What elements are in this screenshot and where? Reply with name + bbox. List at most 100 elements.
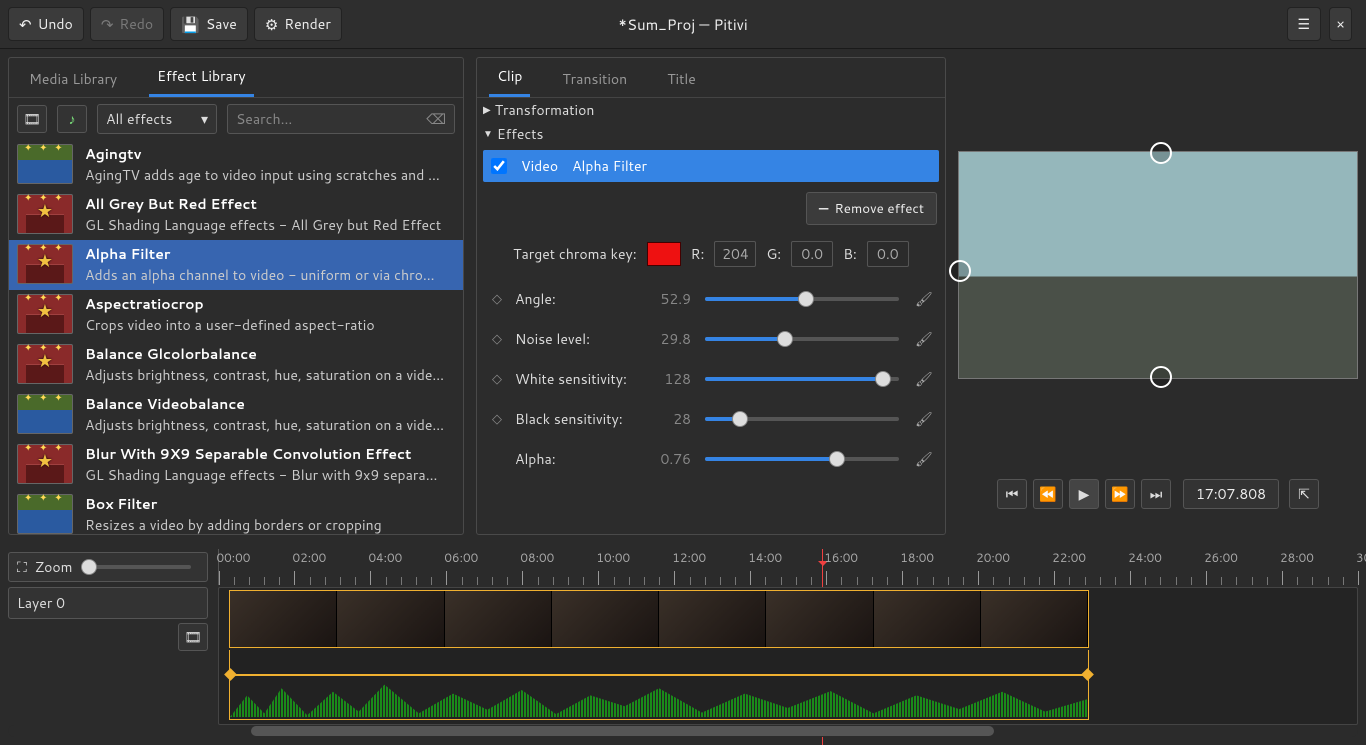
keyframe-icon[interactable]: ◇ [487, 370, 507, 388]
effect-thumbnail: ✦ ✦ ✦ [17, 294, 73, 334]
viewer-panel: ⏮ ⏪ ▶ ⏩ ⏭ 17:07.808 ⇱ [958, 57, 1358, 535]
undo-button[interactable]: ↶Undo [8, 7, 84, 41]
param-value[interactable]: 29.8 [643, 329, 691, 349]
reset-param-icon[interactable]: 🖌 [915, 289, 935, 309]
effect-title: Balance Glcolorbalance [85, 344, 445, 364]
remove-effect-button[interactable]: —Remove effect [806, 192, 937, 225]
effect-search-input[interactable]: Search...⌫ [227, 104, 455, 134]
render-button[interactable]: ⚙Render [254, 7, 342, 41]
effect-description: GL Shading Language effects - All Grey b… [85, 215, 441, 235]
param-row: ◇ Angle: 52.9 🖌 [487, 279, 935, 319]
timeline-tracks[interactable] [218, 587, 1358, 725]
preview-viewer[interactable] [958, 151, 1358, 379]
effect-category-dropdown[interactable]: All effects▾ [97, 104, 217, 134]
audio-clip[interactable] [229, 650, 1089, 720]
film-icon: 🎞 [184, 627, 202, 647]
volume-envelope[interactable] [230, 674, 1088, 676]
effect-item[interactable]: ✦ ✦ ✦Blur With 9X9 Separable Convolution… [9, 440, 463, 490]
forward-icon: ⏩ [1111, 484, 1128, 504]
timeline-scrollbar[interactable] [8, 725, 1358, 737]
transform-handle-left[interactable] [949, 260, 971, 282]
param-label: Black sensitivity: [515, 409, 635, 429]
layer-options-button[interactable]: 🎞 [178, 623, 208, 651]
skip-end-icon: ⏭ [1150, 484, 1163, 504]
transform-handle-top[interactable] [1150, 142, 1172, 164]
tab-clip[interactable]: Clip [489, 57, 530, 97]
rewind-icon: ⏪ [1039, 484, 1056, 504]
effect-item[interactable]: ✦ ✦ ✦AspectratiocropCrops video into a u… [9, 290, 463, 340]
chroma-color-swatch[interactable] [647, 242, 681, 266]
transform-handle-bottom[interactable] [1150, 366, 1172, 388]
minus-icon: — [819, 199, 829, 218]
forward-button[interactable]: ⏩ [1105, 479, 1135, 509]
param-slider[interactable] [705, 297, 899, 301]
chevron-down-icon: ▾ [201, 109, 208, 129]
zoom-slider[interactable] [81, 565, 191, 569]
param-slider[interactable] [705, 377, 899, 381]
applied-effect-row[interactable]: Video Alpha Filter [483, 150, 939, 182]
param-slider[interactable] [705, 417, 899, 421]
chroma-b-input[interactable]: 0.0 [867, 241, 909, 267]
chroma-r-input[interactable]: 204 [714, 241, 756, 267]
close-icon: × [1336, 14, 1345, 34]
rewind-button[interactable]: ⏪ [1033, 479, 1063, 509]
reset-param-icon[interactable]: 🖌 [915, 369, 935, 389]
effect-item[interactable]: ✦ ✦ ✦AgingtvAgingTV adds age to video in… [9, 140, 463, 190]
effect-description: AgingTV adds age to video input using sc… [85, 165, 445, 185]
play-icon: ▶ [1079, 484, 1090, 504]
backspace-icon[interactable]: ⌫ [426, 109, 446, 129]
tab-title[interactable]: Title [659, 59, 704, 97]
reset-param-icon[interactable]: 🖌 [915, 449, 935, 469]
param-value[interactable]: 0.76 [643, 449, 691, 469]
detach-viewer-button[interactable]: ⇱ [1289, 479, 1319, 509]
effect-item[interactable]: ✦ ✦ ✦All Grey But Red EffectGL Shading L… [9, 190, 463, 240]
param-label: Angle: [515, 289, 635, 309]
keyframe-icon[interactable]: ◇ [487, 410, 507, 428]
skip-end-button[interactable]: ⏭ [1141, 479, 1171, 509]
chroma-key-row: Target chroma key: R: 204 G: 0.0 B: 0.0 [487, 237, 935, 279]
param-value[interactable]: 28 [643, 409, 691, 429]
main-toolbar: ↶Undo ↷Redo 💾Save ⚙Render *Sum_Proj — Pi… [0, 0, 1366, 49]
timeline-ruler[interactable]: 00:0002:0004:0006:0008:0010:0012:0014:00… [218, 549, 1358, 585]
redo-button[interactable]: ↷Redo [90, 7, 164, 41]
param-slider[interactable] [705, 337, 899, 341]
effect-item[interactable]: ✦ ✦ ✦Balance VideobalanceAdjusts brightn… [9, 390, 463, 440]
render-label: Render [284, 14, 331, 34]
section-effects[interactable]: ▼Effects [477, 122, 945, 146]
param-slider[interactable] [705, 457, 899, 461]
effect-library-panel: Media Library Effect Library 🎞 ♪ All eff… [8, 57, 464, 535]
timecode-display[interactable]: 17:07.808 [1183, 479, 1279, 509]
keyframe-icon[interactable]: ◇ [487, 290, 507, 308]
reset-param-icon[interactable]: 🖌 [915, 409, 935, 429]
param-value[interactable]: 128 [643, 369, 691, 389]
param-value[interactable]: 52.9 [643, 289, 691, 309]
tab-transition[interactable]: Transition [554, 59, 635, 97]
effect-description: Adds an alpha channel to video - uniform… [85, 265, 445, 285]
effect-item[interactable]: ✦ ✦ ✦Box FilterResizes a video by adding… [9, 490, 463, 534]
close-button[interactable]: × [1329, 7, 1352, 41]
effect-enabled-checkbox[interactable] [491, 158, 507, 174]
effect-list[interactable]: ✦ ✦ ✦AgingtvAgingTV adds age to video in… [9, 140, 463, 534]
chroma-g-input[interactable]: 0.0 [791, 241, 833, 267]
hamburger-menu-button[interactable]: ☰ [1287, 7, 1322, 41]
effect-thumbnail: ✦ ✦ ✦ [17, 344, 73, 384]
effect-description: GL Shading Language effects - Blur with … [85, 465, 445, 485]
play-button[interactable]: ▶ [1069, 479, 1099, 509]
effect-thumbnail: ✦ ✦ ✦ [17, 494, 73, 534]
tab-media-library[interactable]: Media Library [21, 59, 125, 97]
video-clip[interactable] [229, 590, 1089, 648]
effect-item[interactable]: ✦ ✦ ✦Balance GlcolorbalanceAdjusts brigh… [9, 340, 463, 390]
video-effects-toggle[interactable]: 🎞 [17, 105, 47, 133]
param-row: ◇ Black sensitivity: 28 🖌 [487, 399, 935, 439]
section-transformation[interactable]: ▶Transformation [477, 98, 945, 122]
effect-item[interactable]: ✦ ✦ ✦Alpha FilterAdds an alpha channel t… [9, 240, 463, 290]
keyframe-icon[interactable]: ◇ [487, 330, 507, 348]
skip-start-button[interactable]: ⏮ [997, 479, 1027, 509]
tab-effect-library[interactable]: Effect Library [149, 57, 253, 97]
layer-name-input[interactable]: Layer 0 [8, 587, 208, 619]
ruler-tick-label: 02:00 [292, 549, 326, 566]
reset-param-icon[interactable]: 🖌 [915, 329, 935, 349]
audio-effects-toggle[interactable]: ♪ [57, 105, 87, 133]
effect-title: Blur With 9X9 Separable Convolution Effe… [85, 444, 445, 464]
save-button[interactable]: 💾Save [170, 7, 248, 41]
